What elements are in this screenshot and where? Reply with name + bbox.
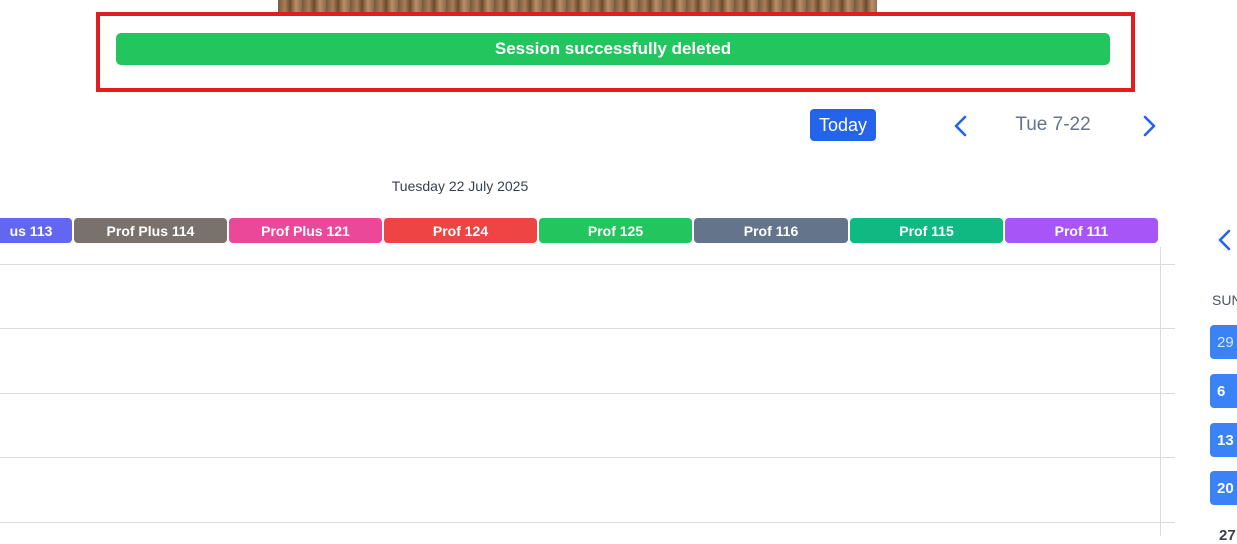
mini-calendar-day-header: SUN — [1212, 292, 1237, 308]
prev-day-button[interactable] — [951, 114, 971, 138]
current-date-label: Tue 7-22 — [1015, 114, 1091, 135]
room-header[interactable]: Prof Plus 121 — [229, 218, 382, 243]
mini-calendar-day[interactable]: 6 — [1210, 374, 1237, 408]
day-title: Tuesday 22 July 2025 — [391, 178, 529, 194]
chevron-right-icon — [1143, 115, 1156, 137]
mini-calendar-day[interactable]: 29 — [1210, 325, 1237, 359]
room-header[interactable]: Prof Plus 114 — [74, 218, 227, 243]
grid-divider — [1160, 247, 1161, 536]
mini-calendar-day[interactable]: 13 — [1210, 423, 1237, 457]
toast-message: Session successfully deleted — [494, 39, 732, 58]
time-slot-line — [0, 393, 1175, 394]
time-slot-line — [0, 522, 1175, 523]
time-slot-line — [0, 328, 1175, 329]
chevron-left-icon — [1218, 229, 1231, 251]
room-header[interactable]: Prof 124 — [384, 218, 537, 243]
next-day-button[interactable] — [1139, 114, 1159, 138]
room-header[interactable]: Prof 111 — [1005, 218, 1158, 243]
room-header[interactable]: Prof 116 — [694, 218, 848, 243]
mini-calendar-day[interactable]: 20 — [1210, 471, 1237, 505]
success-toast: Session successfully deleted — [116, 33, 1110, 65]
room-header[interactable]: us 113 — [0, 218, 72, 243]
room-header[interactable]: Prof 115 — [850, 218, 1003, 243]
time-slot-line — [0, 264, 1175, 265]
time-slot-line — [0, 457, 1175, 458]
today-button[interactable]: Today — [810, 109, 876, 141]
chevron-left-icon — [954, 115, 967, 137]
mini-calendar-prev-button[interactable] — [1215, 228, 1235, 252]
room-header[interactable]: Prof 125 — [539, 218, 692, 243]
